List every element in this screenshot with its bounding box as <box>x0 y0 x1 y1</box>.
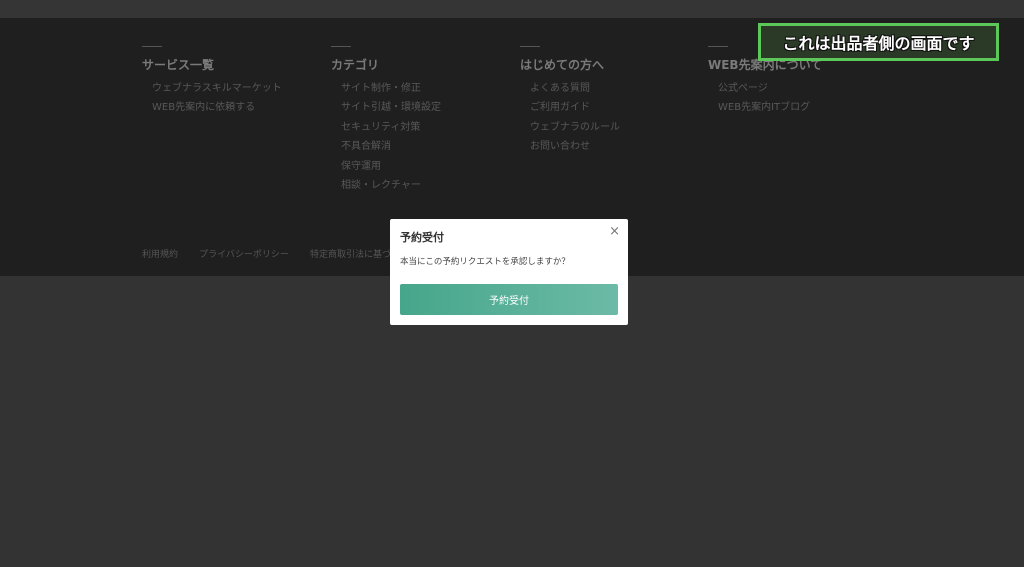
footer-link[interactable]: ウェブナラスキルマーケット <box>152 79 282 98</box>
footer-link[interactable]: 不具合解消 <box>341 137 441 156</box>
column-divider <box>331 46 351 47</box>
footer-link-list: 公式ページ WEB先案内ITブログ <box>708 79 822 118</box>
footer-link[interactable]: 相談・レクチャー <box>341 176 441 195</box>
footer-link[interactable]: ウェブナラのルール <box>530 118 620 137</box>
footer-link-list: サイト制作・修正 サイト引越・環境設定 セキュリティ対策 不具合解消 保守運用 … <box>331 79 441 195</box>
footer-heading: はじめての方へ <box>520 58 605 72</box>
footer-link-list: ウェブナラスキルマーケット WEB先案内に依頼する <box>142 79 282 118</box>
annotation-text: これは出品者側の画面です <box>782 34 975 53</box>
footer-link[interactable]: 保守運用 <box>341 157 441 176</box>
footer-link[interactable]: サイト引越・環境設定 <box>341 98 441 117</box>
footer-column-services: サービス一覧 ウェブナラスキルマーケット WEB先案内に依頼する <box>142 46 282 118</box>
close-icon[interactable]: × <box>609 225 620 239</box>
footer-link[interactable]: よくある質問 <box>530 79 620 98</box>
footer-link[interactable]: セキュリティ対策 <box>341 118 441 137</box>
footer-heading: サービス一覧 <box>142 58 215 72</box>
top-bar <box>0 0 1024 18</box>
footer-link[interactable]: WEB先案内ITブログ <box>718 98 822 117</box>
terms-link[interactable]: 利用規約 <box>142 250 178 260</box>
column-divider <box>142 46 162 47</box>
column-divider <box>520 46 540 47</box>
footer-heading: カテゴリ <box>331 58 380 72</box>
footer-link[interactable]: サイト制作・修正 <box>341 79 441 98</box>
footer-column-categories: カテゴリ サイト制作・修正 サイト引越・環境設定 セキュリティ対策 不具合解消 … <box>331 46 441 195</box>
footer-link[interactable]: お問い合わせ <box>530 137 620 156</box>
column-divider <box>708 46 728 47</box>
annotation-label: これは出品者側の画面です <box>758 23 999 61</box>
reservation-confirm-modal: 予約受付 × 本当にこの予約リクエストを承認しますか？ 予約受付 <box>390 219 628 325</box>
footer-link[interactable]: 公式ページ <box>718 79 822 98</box>
footer-link[interactable]: ご利用ガイド <box>530 98 620 117</box>
modal-message: 本当にこの予約リクエストを承認しますか？ <box>400 257 570 267</box>
modal-title: 予約受付 <box>400 231 444 244</box>
accept-reservation-button[interactable]: 予約受付 <box>400 284 618 315</box>
footer-column-beginners: はじめての方へ よくある質問 ご利用ガイド ウェブナラのルール お問い合わせ <box>520 46 620 157</box>
footer-link[interactable]: WEB先案内に依頼する <box>152 98 282 117</box>
privacy-link[interactable]: プライバシーポリシー <box>199 250 289 260</box>
footer-link-list: よくある質問 ご利用ガイド ウェブナラのルール お問い合わせ <box>520 79 620 157</box>
